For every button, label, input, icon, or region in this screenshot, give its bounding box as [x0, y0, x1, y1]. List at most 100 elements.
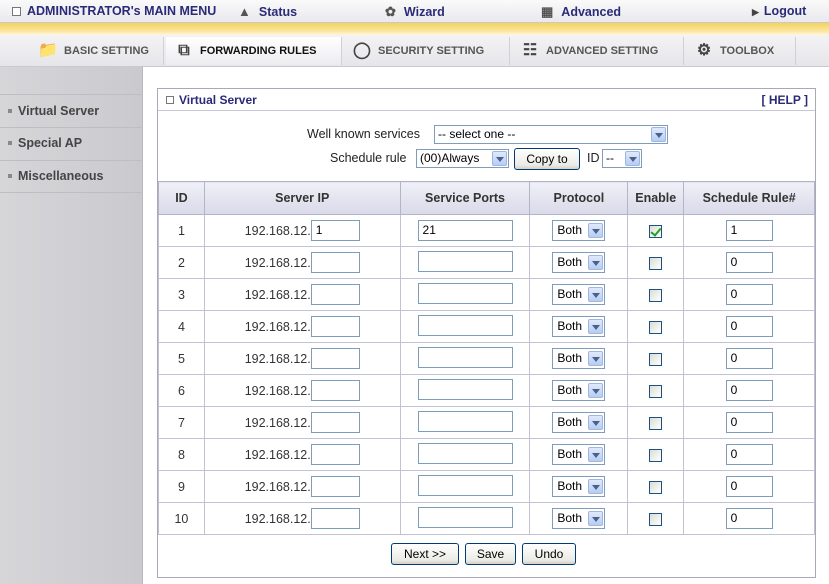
protocol-select[interactable]: Both — [552, 380, 606, 401]
server-ip-input[interactable] — [310, 412, 360, 433]
service-ports-input[interactable]: 21 — [417, 220, 513, 241]
schedule-rule-input[interactable]: 0 — [725, 476, 773, 497]
tab-toolbox-label: TOOLBOX — [720, 45, 775, 57]
enable-checkbox[interactable] — [649, 512, 663, 526]
logout-link[interactable]: ▶ Logout — [752, 0, 806, 23]
wizard-menu[interactable]: ✿ Wizard — [385, 0, 445, 23]
row-id: 4 — [158, 310, 205, 343]
schedule-cell: 0 — [683, 246, 815, 279]
sidebar-item-special-ap[interactable]: Special AP — [0, 127, 143, 159]
schedule-rule-input[interactable]: 0 — [725, 316, 773, 337]
server-ip-input[interactable] — [310, 348, 360, 369]
toolbox-icon: ⚙ — [696, 42, 712, 59]
virtual-server-table: ID Server IP Service Ports Protocol Enab… — [158, 181, 815, 535]
server-ip-input[interactable] — [310, 316, 360, 337]
sidebar-item-label: Special AP — [18, 136, 83, 150]
well-known-services-select[interactable]: -- select one -- — [434, 125, 668, 144]
wizard-label: Wizard — [403, 5, 445, 19]
service-ports-cell: 21 — [399, 214, 531, 247]
chevron-down-icon — [588, 319, 604, 334]
tab-advanced-setting[interactable]: ☷ ADVANCED SETTING — [512, 37, 684, 65]
schedule-rule-input[interactable]: 0 — [725, 284, 773, 305]
schedule-rule-input[interactable]: 0 — [725, 508, 773, 529]
service-ports-input[interactable] — [417, 314, 513, 336]
protocol-select[interactable]: Both — [552, 284, 606, 305]
status-menu[interactable]: ▲ Status — [238, 0, 297, 23]
protocol-select[interactable]: Both — [552, 252, 606, 273]
server-ip-input[interactable] — [310, 508, 360, 529]
protocol-select[interactable]: Both — [552, 444, 606, 465]
protocol-select[interactable]: Both — [552, 412, 606, 433]
enable-checkbox[interactable] — [649, 224, 663, 238]
service-ports-input[interactable] — [417, 378, 513, 400]
undo-button[interactable]: Undo — [522, 543, 576, 565]
ip-prefix: 192.168.12. — [244, 255, 311, 270]
enable-checkbox[interactable] — [649, 416, 663, 430]
save-button[interactable]: Save — [465, 543, 516, 565]
service-ports-input[interactable] — [417, 410, 513, 432]
ip-prefix: 192.168.12. — [244, 447, 311, 462]
tab-forwarding-label: FORWARDING RULES — [200, 45, 317, 57]
next-button[interactable]: Next >> — [391, 543, 459, 565]
protocol-select[interactable]: Both — [552, 508, 606, 529]
server-ip-input[interactable] — [310, 444, 360, 465]
schedule-rule-input[interactable]: 0 — [725, 348, 773, 369]
tab-forwarding-rules[interactable]: ⧉ FORWARDING RULES — [166, 37, 342, 65]
row-id: 5 — [158, 342, 205, 375]
server-ip-cell: 192.168.12. — [203, 374, 401, 407]
schedule-cell: 0 — [683, 342, 815, 375]
menu-square-icon — [12, 7, 21, 16]
protocol-value: Both — [557, 447, 583, 461]
protocol-select[interactable]: Both — [552, 316, 606, 337]
schedule-rule-input[interactable]: 0 — [725, 412, 773, 433]
tab-basic-setting[interactable]: 📁 BASIC SETTING — [30, 37, 164, 65]
logout-label: Logout — [763, 4, 807, 18]
protocol-value: Both — [557, 415, 583, 429]
advanced-menu[interactable]: ▦ Advanced — [541, 0, 621, 23]
server-ip-input[interactable] — [310, 476, 360, 497]
enable-checkbox[interactable] — [649, 448, 663, 462]
service-ports-input[interactable] — [417, 506, 513, 528]
help-link[interactable]: [ HELP ] — [762, 93, 808, 107]
tab-toolbox[interactable]: ⚙ TOOLBOX — [686, 37, 796, 65]
service-ports-input[interactable] — [417, 442, 513, 464]
schedule-rule-input[interactable]: 0 — [725, 380, 773, 401]
schedule-rule-select[interactable]: (00)Always — [416, 149, 509, 168]
row-id: 10 — [158, 502, 205, 535]
ip-prefix: 192.168.12. — [244, 223, 311, 238]
sidebar-item-virtual-server[interactable]: Virtual Server — [0, 95, 143, 127]
id-select[interactable]: -- — [602, 149, 642, 168]
service-ports-input[interactable] — [417, 282, 513, 304]
enable-checkbox[interactable] — [649, 480, 663, 494]
protocol-select[interactable]: Both — [552, 220, 606, 241]
status-icon: ▲ — [238, 4, 251, 19]
table-row: 2 192.168.12. Both 0 — [158, 246, 815, 279]
enable-checkbox[interactable] — [649, 352, 663, 366]
copy-to-button[interactable]: Copy to — [514, 148, 580, 170]
server-ip-input[interactable] — [310, 252, 360, 273]
service-ports-input[interactable] — [417, 346, 513, 368]
sidebar-item-miscellaneous[interactable]: Miscellaneous — [0, 160, 143, 192]
protocol-select[interactable]: Both — [552, 348, 606, 369]
protocol-select[interactable]: Both — [552, 476, 606, 497]
service-ports-input[interactable] — [417, 250, 513, 272]
service-ports-cell — [399, 374, 531, 407]
enable-checkbox[interactable] — [649, 384, 663, 398]
enable-checkbox[interactable] — [649, 320, 663, 334]
server-ip-input[interactable] — [310, 284, 360, 305]
enable-checkbox[interactable] — [649, 288, 663, 302]
server-ip-input[interactable]: 1 — [310, 220, 360, 241]
schedule-rule-input[interactable]: 1 — [725, 220, 773, 241]
admin-main-menu[interactable]: ADMINISTRATOR's MAIN MENU — [12, 0, 216, 23]
schedule-rule-input[interactable]: 0 — [725, 252, 773, 273]
schedule-rule-input[interactable]: 0 — [725, 444, 773, 465]
chevron-down-icon — [588, 287, 604, 302]
schedule-cell: 0 — [683, 310, 815, 343]
server-ip-input[interactable] — [310, 380, 360, 401]
tab-security-setting[interactable]: ◯ SECURITY SETTING — [344, 37, 510, 65]
wizard-icon: ✿ — [385, 4, 396, 19]
form-button-row: Next >> Save Undo — [158, 541, 815, 577]
server-ip-cell: 192.168.12. — [203, 502, 401, 535]
enable-checkbox[interactable] — [649, 256, 663, 270]
service-ports-input[interactable] — [417, 474, 513, 496]
